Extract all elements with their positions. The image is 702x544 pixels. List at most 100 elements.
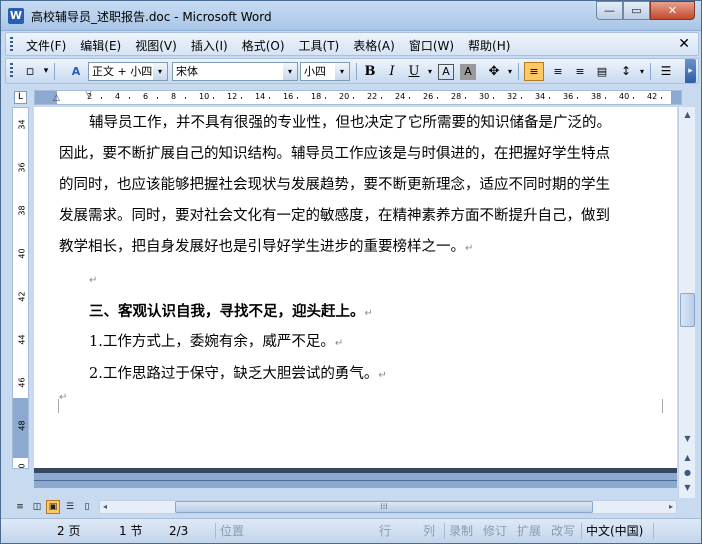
ruler-number: 2	[87, 92, 93, 101]
italic-button[interactable]: I	[382, 62, 402, 81]
new-dropdown-arrow-icon[interactable]: ▾	[36, 62, 56, 81]
ruler-number: 14	[255, 92, 266, 101]
menu-bar: 文件(F) 编辑(E) 视图(V) 插入(I) 格式(O) 工具(T) 表格(A…	[5, 32, 699, 56]
center-align-button[interactable]: ≡	[548, 62, 568, 81]
extend-selection-indicator[interactable]: 扩展	[517, 523, 541, 540]
ruler-number: 26	[423, 92, 434, 101]
menu-window[interactable]: 窗口(W)	[409, 37, 454, 54]
scroll-right-button[interactable]: ▸	[669, 501, 673, 513]
record-macro-indicator[interactable]: 录制	[449, 523, 473, 540]
normal-view-icon[interactable]: ≡	[13, 500, 27, 514]
toolbar-separator	[356, 63, 357, 80]
status-page-of: 2/3	[169, 524, 189, 538]
scroll-down-button[interactable]: ▼	[680, 431, 695, 446]
tab-selector-button[interactable]: L	[14, 91, 27, 104]
character-shading-button[interactable]: A	[460, 64, 476, 80]
page-gap	[34, 468, 677, 488]
toolbar-separator	[650, 63, 651, 80]
horizontal-scroll-thumb[interactable]: ⁞⁞⁞	[175, 501, 593, 513]
ruler-number: 22	[367, 92, 378, 101]
toolbar-grip-handle[interactable]	[10, 63, 13, 78]
menu-table[interactable]: 表格(A)	[353, 37, 395, 54]
paragraph-mark-icon: ↵	[89, 275, 98, 286]
language-indicator[interactable]: 中文(中国)	[586, 523, 643, 540]
ruler-number: 6	[143, 92, 149, 101]
text-line-last: 教学相长，把自身发展好也是引导好学生进步的重要榜样之一。↵	[59, 232, 667, 264]
vertical-scroll-thumb[interactable]	[680, 293, 695, 327]
overtype-indicator[interactable]: 改写	[551, 523, 575, 540]
ruler-tick	[157, 97, 158, 99]
ruler-tick	[353, 97, 354, 99]
ruler-tick	[661, 97, 662, 99]
status-column: 列	[423, 524, 436, 538]
close-document-button[interactable]: ✕	[678, 36, 690, 52]
menu-edit[interactable]: 编辑(E)	[80, 37, 121, 54]
numbering-list-icon[interactable]: ☰	[656, 62, 676, 81]
font-size-select[interactable]: 小四 ▾	[300, 62, 350, 81]
menu-grip-handle[interactable]	[10, 37, 13, 52]
line-spacing-dropdown-arrow-icon[interactable]: ▾	[632, 62, 652, 81]
ruler-number: 40	[619, 92, 630, 101]
scroll-left-button[interactable]: ◂	[103, 501, 107, 513]
paragraph-mark-icon: ↵	[465, 243, 474, 254]
reading-layout-view-icon[interactable]: ▯	[80, 500, 94, 514]
menu-insert[interactable]: 插入(I)	[191, 37, 228, 54]
ruler-number: 30	[479, 92, 490, 101]
justify-align-button[interactable]: ≡	[524, 62, 544, 81]
font-size-select-value: 小四	[304, 65, 326, 78]
status-position: 位置	[220, 524, 245, 538]
vertical-scrollbar[interactable]: ▲ ▼ ▲ ● ▼	[678, 107, 695, 498]
text-line: 的同时，也应该能够把握社会现状与发展趋势，要不断更新理念，适应不同时期的学生	[59, 177, 610, 193]
next-page-button[interactable]: ▼	[680, 480, 695, 495]
menu-view[interactable]: 视图(V)	[135, 37, 177, 54]
vertical-ruler-number: 46	[17, 377, 27, 388]
status-page: 2 页	[57, 524, 81, 538]
ruler-tick	[633, 97, 634, 99]
restore-button[interactable]: ▭	[623, 1, 650, 20]
scaling-dropdown-arrow-icon[interactable]: ▾	[500, 62, 520, 81]
list-item: 1.工作方式上，委婉有余，威严不足。↵	[89, 327, 677, 359]
left-indent-marker[interactable]: △	[53, 93, 60, 103]
ruler-number: 16	[283, 92, 294, 101]
list-item-text: 1.工作方式上，委婉有余，威严不足。	[89, 334, 335, 350]
style-select[interactable]: 正文 + 小四 ▾	[88, 62, 168, 81]
previous-page-button[interactable]: ▲	[680, 450, 695, 465]
toolbar-separator	[54, 63, 55, 80]
right-align-button[interactable]: ≡	[570, 62, 590, 81]
vertical-ruler-number: 36	[17, 162, 27, 173]
underline-dropdown-arrow-icon[interactable]: ▾	[420, 62, 440, 81]
ruler-tick	[409, 97, 410, 99]
vertical-ruler[interactable]: 34 36 38 40 42 44 46 48 50	[12, 107, 29, 469]
document-page[interactable]: 辅导员工作，并不具有很强的专业性，但也决定了它所需要的知识储备是广泛的。 因此，…	[34, 107, 677, 469]
close-button[interactable]: ✕	[650, 1, 695, 20]
ruler-number: 18	[311, 92, 322, 101]
track-changes-indicator[interactable]: 修订	[483, 523, 507, 540]
word-app-icon[interactable]: W	[8, 8, 24, 24]
select-browse-object-button[interactable]: ●	[680, 465, 695, 480]
outline-view-icon[interactable]: ☰	[63, 500, 77, 514]
print-layout-view-icon[interactable]: ▣	[46, 500, 60, 514]
ruler-number: 38	[591, 92, 602, 101]
toolbar-options-chevron-icon[interactable]: ▸	[685, 59, 696, 83]
ruler-number: 8	[171, 92, 177, 101]
ruler-tick	[465, 97, 466, 99]
bold-button[interactable]: B	[360, 62, 380, 81]
styles-formatting-icon[interactable]: A	[66, 62, 86, 81]
menu-file[interactable]: 文件(F)	[26, 37, 66, 54]
minimize-button[interactable]: —	[596, 1, 623, 20]
ruler-number: 28	[451, 92, 462, 101]
horizontal-scrollbar[interactable]: ◂ ⁞⁞⁞ ▸	[99, 500, 677, 514]
horizontal-ruler[interactable]: △ ▽ 2 4 6 8 10 12 14 16 18 20 22 24 26 28 30 32 34 36 38 40…	[34, 90, 682, 105]
menu-format[interactable]: 格式(O)	[242, 37, 285, 54]
text-line: 因此，要不断扩展自己的知识结构。辅导员工作应该是与时俱进的，在把握好学生特点	[59, 146, 610, 162]
ruler-number: 10	[199, 92, 210, 101]
scroll-up-button[interactable]: ▲	[680, 107, 695, 122]
menu-help[interactable]: 帮助(H)	[468, 37, 510, 54]
web-layout-view-icon[interactable]: ◫	[30, 500, 44, 514]
menu-tools[interactable]: 工具(T)	[299, 37, 340, 54]
vertical-ruler-number: 34	[17, 119, 27, 130]
character-border-button[interactable]: A	[438, 64, 454, 80]
distributed-align-button[interactable]: ▤	[592, 62, 612, 81]
font-select[interactable]: 宋体 ▾	[172, 62, 298, 81]
toolbar-separator	[518, 63, 519, 80]
